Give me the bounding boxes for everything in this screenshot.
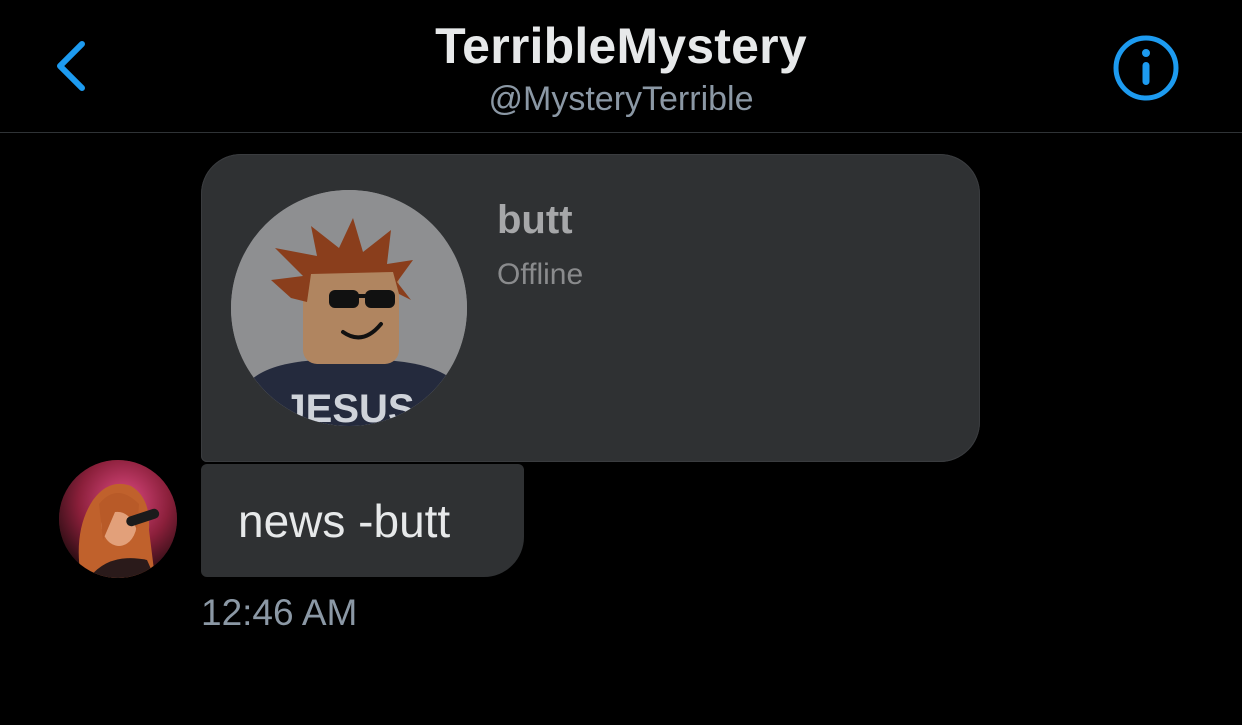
- message-bubble[interactable]: news -butt: [201, 464, 524, 577]
- sender-photo: [59, 460, 177, 578]
- shirt-text: JESUS: [283, 387, 414, 426]
- message-text: news -butt: [238, 495, 451, 547]
- profile-card-name: butt: [497, 198, 573, 242]
- profile-card-avatar: JESUS: [231, 190, 467, 426]
- shared-profile-card[interactable]: JESUS butt Offline: [201, 154, 980, 462]
- conversation-title: TerribleMystery: [435, 18, 807, 74]
- roblox-character-image: JESUS: [231, 190, 467, 426]
- header-title-block[interactable]: TerribleMystery @MysteryTerrible: [0, 0, 1242, 120]
- sender-avatar[interactable]: [59, 460, 177, 578]
- profile-card-status: Offline: [497, 258, 584, 291]
- info-circle-icon[interactable]: [1110, 32, 1182, 104]
- message-timestamp: 12:46 AM: [201, 592, 358, 633]
- conversation-header: TerribleMystery @MysteryTerrible: [0, 0, 1242, 133]
- dm-conversation-screen: TerribleMystery @MysteryTerrible JESUS b…: [0, 0, 1242, 725]
- conversation-handle: @MysteryTerrible: [488, 80, 754, 118]
